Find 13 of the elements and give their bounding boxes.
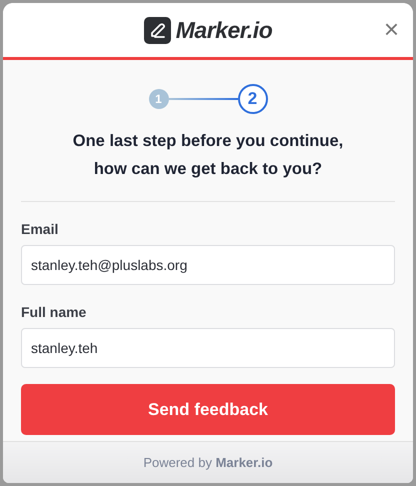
send-feedback-button[interactable]: Send feedback xyxy=(21,384,395,435)
heading-text: how can we get back to you? xyxy=(94,159,322,180)
step-indicator: 2 xyxy=(238,84,268,114)
heading-text: One last step before you continue, xyxy=(72,131,344,152)
input-field[interactable]: stanley.teh xyxy=(21,328,395,368)
pen-logo-icon xyxy=(144,16,171,44)
field-label: Email xyxy=(21,220,60,239)
footer-text: Powered by Marker.io xyxy=(143,454,273,472)
input-field[interactable]: stanley.teh@pluslabs.org xyxy=(21,245,395,285)
close-button[interactable]: × xyxy=(384,16,399,42)
field-label: Full name xyxy=(21,303,88,322)
logo-text: Marker.io xyxy=(176,16,272,45)
step-indicator: 1 xyxy=(148,89,168,109)
